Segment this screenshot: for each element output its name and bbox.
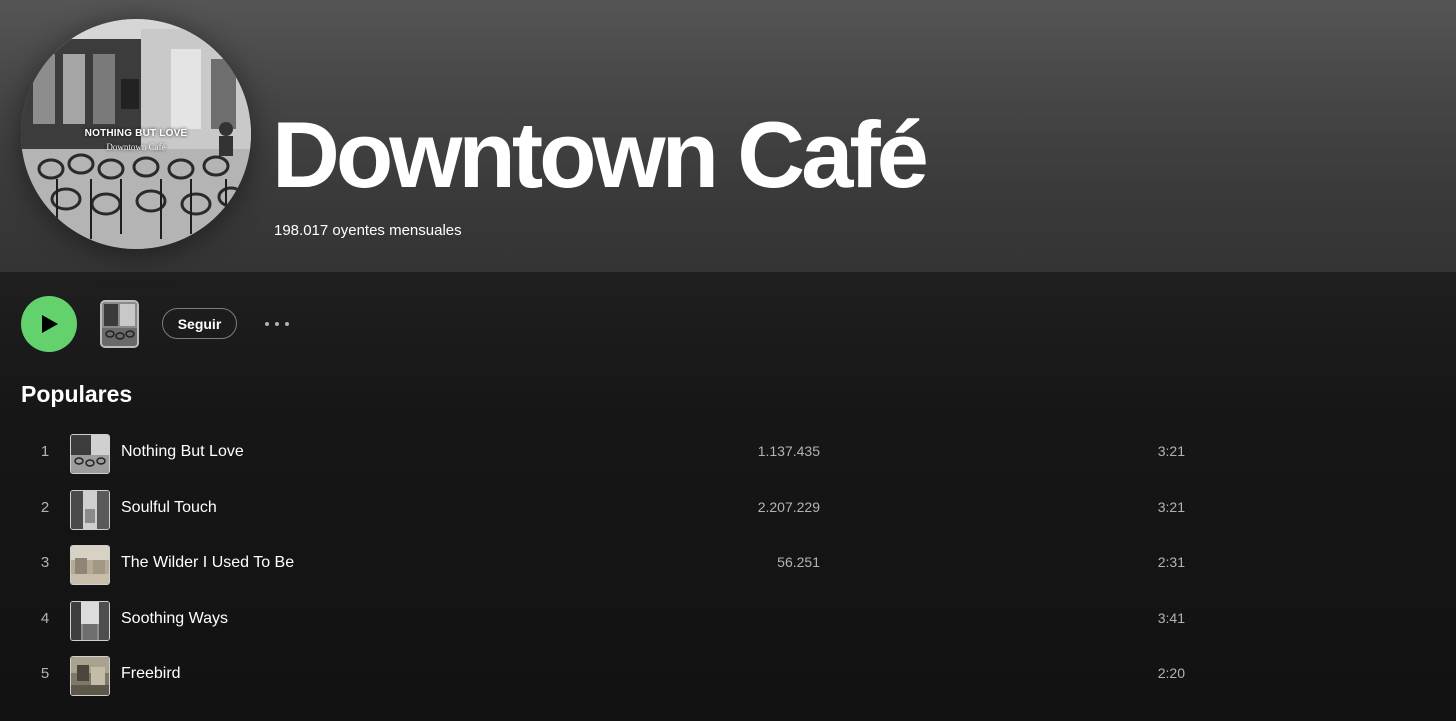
- follow-button[interactable]: Seguir: [162, 308, 237, 339]
- play-icon: [42, 315, 58, 333]
- track-row[interactable]: 1 Nothing But Love 1.137.435 3:21: [0, 431, 1456, 479]
- track-plays: 56.251: [777, 554, 820, 570]
- track-artwork-image: [71, 546, 109, 584]
- more-options-button[interactable]: [262, 314, 292, 334]
- track-artwork-image: [71, 657, 109, 695]
- track-duration: 3:21: [1157, 499, 1185, 515]
- track-artwork-image: [71, 435, 109, 473]
- album-cover-icon: [102, 302, 137, 346]
- track-row[interactable]: 2 Soulful Touch 2.207.229 3:21: [0, 487, 1456, 535]
- more-options-icon: [265, 322, 289, 326]
- artist-page: NOTHING BUT LOVE Downtown Café Downtown …: [0, 0, 1456, 721]
- track-thumbnail: [70, 656, 110, 696]
- track-duration: 2:31: [1157, 554, 1185, 570]
- track-plays: 2.207.229: [757, 499, 820, 515]
- track-row[interactable]: 4 Soothing Ways 3:41: [0, 598, 1456, 646]
- play-button[interactable]: [21, 296, 77, 352]
- track-title[interactable]: Soulful Touch: [121, 499, 217, 517]
- popular-heading: Populares: [21, 381, 133, 407]
- avatar-subtitle-text: Downtown Café: [106, 142, 166, 152]
- track-row[interactable]: 5 Freebird 2:20: [0, 653, 1456, 701]
- track-duration: 3:41: [1157, 610, 1185, 626]
- track-title[interactable]: Soothing Ways: [121, 610, 228, 628]
- track-title[interactable]: Nothing But Love: [121, 443, 244, 461]
- track-thumbnail: [70, 545, 110, 585]
- track-number: 1: [40, 443, 50, 460]
- track-number: 5: [40, 665, 50, 682]
- track-plays: 1.137.435: [757, 443, 820, 459]
- artist-avatar: NOTHING BUT LOVE Downtown Café: [21, 19, 251, 249]
- artist-name: Downtown Café: [272, 102, 929, 207]
- track-number: 4: [40, 610, 50, 627]
- track-thumbnail: [70, 601, 110, 641]
- track-row[interactable]: 3 The Wilder I Used To Be 56.251 2:31: [0, 542, 1456, 590]
- preview-cover-button[interactable]: [100, 300, 139, 348]
- track-duration: 3:21: [1157, 443, 1185, 459]
- track-title[interactable]: Freebird: [121, 665, 181, 683]
- avatar-title-text: NOTHING BUT LOVE: [84, 128, 188, 139]
- track-thumbnail: [70, 490, 110, 530]
- track-artwork-image: [71, 602, 109, 640]
- track-artwork-image: [71, 491, 109, 529]
- track-title[interactable]: The Wilder I Used To Be: [121, 554, 294, 572]
- track-number: 2: [40, 499, 50, 516]
- track-duration: 2:20: [1157, 665, 1185, 681]
- artist-header: NOTHING BUT LOVE Downtown Café Downtown …: [0, 0, 1456, 272]
- monthly-listeners: 198.017 oyentes mensuales: [274, 222, 462, 239]
- track-number: 3: [40, 554, 50, 571]
- track-thumbnail: [70, 434, 110, 474]
